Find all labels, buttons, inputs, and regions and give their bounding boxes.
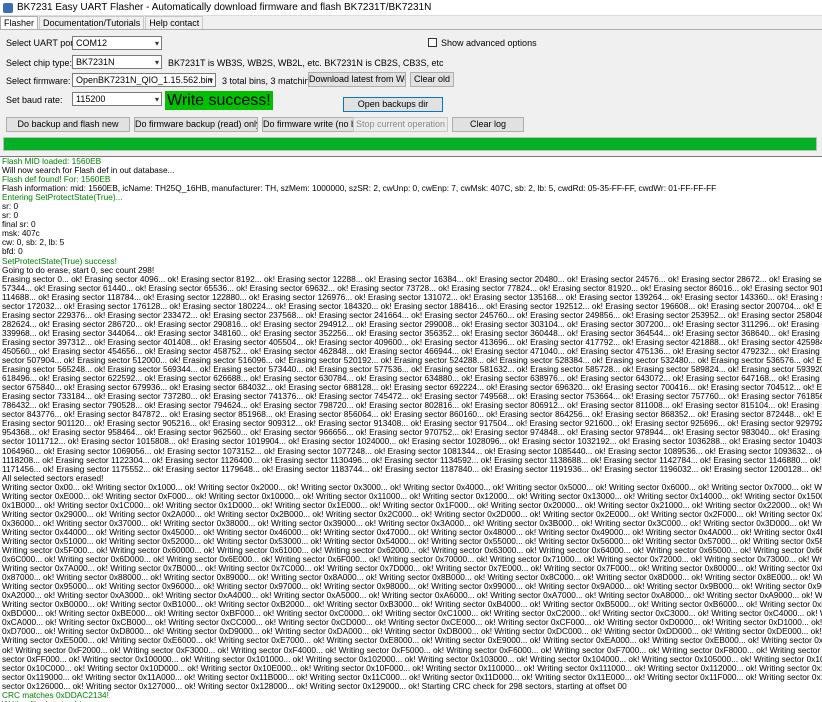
title-bar: BK7231 Easy UART Flasher - Automatically… <box>0 0 822 16</box>
firmware-value: OpenBK7231N_QIO_1.15.562.bin <box>76 75 213 85</box>
chevron-down-icon: ▾ <box>154 58 159 67</box>
progress-fill <box>4 138 816 150</box>
chevron-down-icon: ▾ <box>208 76 213 85</box>
operation-progress-bar <box>3 137 817 151</box>
tab-help-contact[interactable]: Help contact <box>145 16 204 29</box>
backup-and-flash-button[interactable]: Do backup and flash new <box>6 117 130 132</box>
chip-type-value: BK7231N <box>76 57 115 67</box>
firmware-count-text: 3 total bins, 3 matching. <box>222 76 318 86</box>
flasher-panel: Select UART port: COM12 ▾ Show advanced … <box>0 29 822 702</box>
log-line: sr: 0 <box>2 210 19 221</box>
advanced-options-checkbox[interactable] <box>428 38 437 47</box>
chip-type-select[interactable]: BK7231N ▾ <box>72 55 162 69</box>
baud-rate-value: 115200 <box>76 94 106 104</box>
chip-info-text: BK7231T is WB3S, WB2S, WB2L, etc. BK7231… <box>168 58 444 68</box>
log-line: Entering SetProtectState(True)... <box>2 192 123 203</box>
firmware-label: Select firmware: <box>6 76 71 86</box>
log-line: sector 0x126000... ok! Writing sector 0x… <box>2 680 627 691</box>
uart-port-label: Select UART port: <box>6 38 79 48</box>
tab-flasher[interactable]: Flasher <box>0 16 39 29</box>
tab-strip: Flasher Documentation/Tutorials Help con… <box>0 16 204 29</box>
uart-port-select[interactable]: COM12 ▾ <box>72 36 162 50</box>
clear-log-button[interactable]: Clear log <box>452 117 524 132</box>
log-line: final sr: 0 <box>2 219 36 230</box>
log-line: sr: 0 <box>2 201 19 212</box>
status-success-label: Write success! <box>165 91 273 110</box>
chevron-down-icon: ▾ <box>154 39 159 48</box>
advanced-options-label: Show advanced options <box>441 38 537 48</box>
log-line: msk: 407c <box>2 228 40 239</box>
chevron-down-icon: ▾ <box>154 95 159 104</box>
backup-only-button[interactable]: Do firmware backup (read) only <box>134 117 258 132</box>
firmware-select[interactable]: OpenBK7231N_QIO_1.15.562.bin ▾ <box>72 73 216 87</box>
baud-rate-select[interactable]: 115200 ▾ <box>72 92 162 106</box>
window-title: BK7231 Easy UART Flasher - Automatically… <box>17 2 432 13</box>
chip-type-label: Select chip type: <box>6 58 73 68</box>
log-line: Will now search for Flash def in out dat… <box>2 165 175 176</box>
flasher-window: BK7231 Easy UART Flasher - Automatically… <box>0 0 822 702</box>
uart-port-value: COM12 <box>76 38 108 48</box>
app-icon <box>3 2 13 13</box>
stop-operation-button[interactable]: Stop current operation <box>353 117 448 132</box>
baud-rate-label: Set baud rate: <box>6 95 63 105</box>
clear-old-button[interactable]: Clear old <box>410 72 454 87</box>
download-latest-button[interactable]: Download latest from Web <box>308 72 406 87</box>
tab-documentation[interactable]: Documentation/Tutorials <box>39 16 145 29</box>
open-backups-button[interactable]: Open backups dir <box>343 97 443 112</box>
log-line: Flash information: mid: 1560EB, icName: … <box>2 183 717 194</box>
log-line: cw: 0, sb: 2, lb: 5 <box>2 237 65 248</box>
log-line: 1171456... ok! Erasing sector 1175552...… <box>2 463 822 474</box>
log-line: bfd: 0 <box>2 246 23 257</box>
log-output[interactable]: Flash MID loaded: 1560EB Will now search … <box>0 156 822 702</box>
